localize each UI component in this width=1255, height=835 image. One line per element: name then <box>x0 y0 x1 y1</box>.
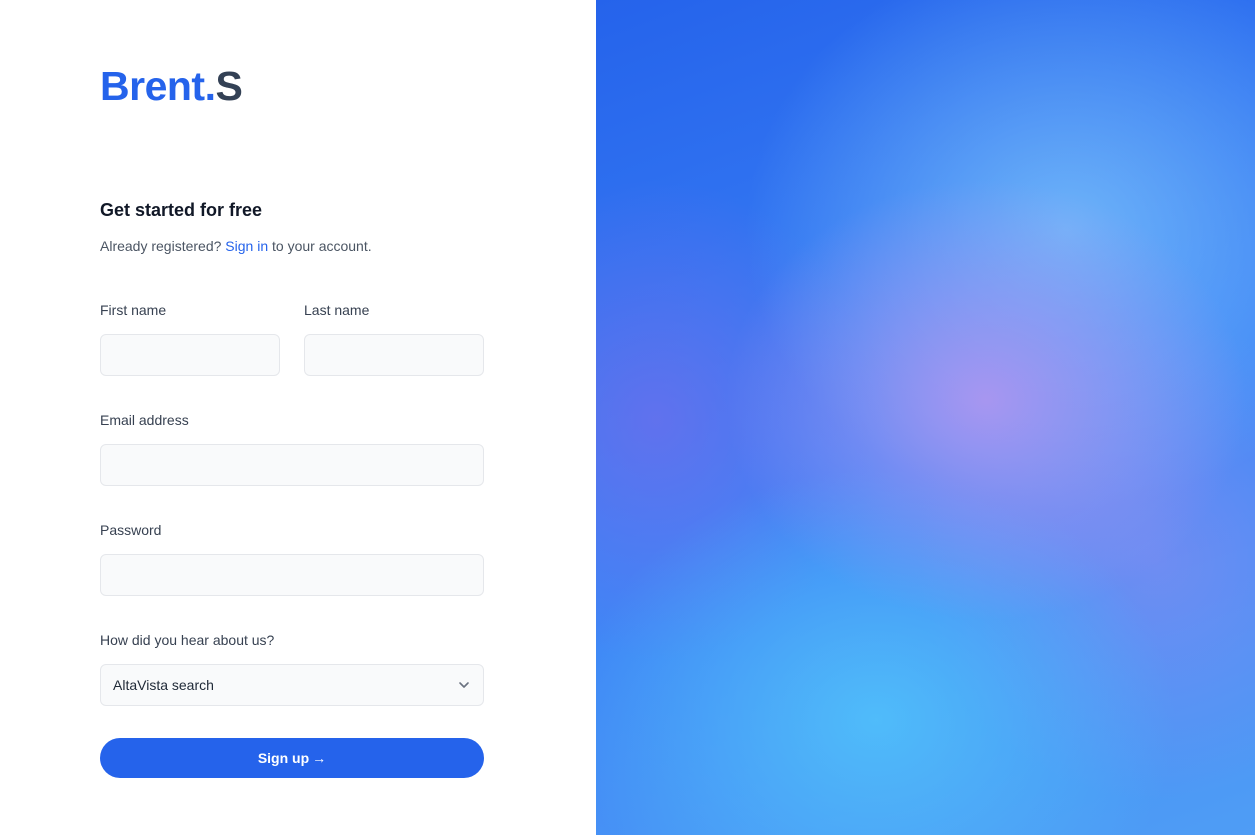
first-name-label: First name <box>100 302 167 318</box>
password-label: Password <box>100 522 162 538</box>
decorative-gradient-panel <box>596 0 1255 835</box>
signup-panel: Brent.S Get started for free Already reg… <box>0 0 596 835</box>
page-title: Get started for free <box>100 200 263 220</box>
sign-up-button[interactable]: Sign up → <box>100 738 484 778</box>
last-name-label: Last name <box>304 302 370 318</box>
logo-suffix: S <box>215 63 243 109</box>
signin-prompt-prefix: Already registered? <box>100 238 222 254</box>
logo-brand: Brent <box>100 63 205 109</box>
referral-label: How did you hear about us? <box>100 632 275 648</box>
referral-selected-value: AltaVista search <box>113 677 214 693</box>
logo-dot: . <box>204 63 216 109</box>
referral-select[interactable]: AltaVista search <box>100 664 484 706</box>
email-field[interactable] <box>100 444 484 486</box>
password-field[interactable] <box>100 554 484 596</box>
sign-up-label: Sign up <box>257 750 310 766</box>
signin-prompt-suffix: to your account. <box>272 238 372 254</box>
arrow-right-icon: → <box>312 750 327 766</box>
email-label: Email address <box>100 412 189 428</box>
signin-link[interactable]: Sign in <box>225 238 268 254</box>
last-name-field[interactable] <box>304 334 484 376</box>
logo[interactable]: Brent.S <box>100 62 243 110</box>
chevron-down-icon <box>459 682 469 688</box>
signin-prompt: Already registered? Sign in to your acco… <box>100 236 372 256</box>
first-name-field[interactable] <box>100 334 280 376</box>
